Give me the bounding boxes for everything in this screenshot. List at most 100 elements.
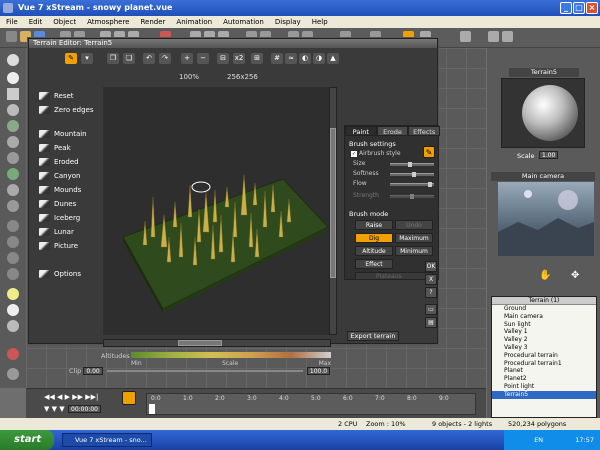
help-button[interactable]: ? (425, 287, 437, 298)
tree-item[interactable]: Point light (492, 383, 596, 391)
tree-item[interactable]: Planet (492, 367, 596, 375)
preset-reset[interactable]: Reset (39, 91, 74, 101)
mode-effect-button[interactable]: Effect (355, 259, 393, 269)
tree-item[interactable]: Valley 1 (492, 328, 596, 336)
preset-iceberg[interactable]: Iceberg (39, 213, 80, 223)
altitude-gradient[interactable] (131, 352, 331, 358)
torus-icon[interactable] (7, 220, 19, 232)
tab-paint[interactable]: Paint (345, 126, 377, 136)
language-indicator[interactable]: EN (534, 436, 543, 444)
airbrush-checkbox[interactable]: ✓ Airbrush style (351, 150, 401, 157)
menu-object[interactable]: Object (53, 16, 76, 28)
tree-item[interactable]: Procedural terrain1 (492, 360, 596, 368)
mode-maximum-button[interactable]: Maximum (395, 233, 433, 243)
preset-dunes[interactable]: Dunes (39, 199, 76, 209)
effect-dropdown[interactable]: Plateaus▾ (355, 272, 433, 280)
export-terrain-button[interactable]: Export terrain (347, 331, 399, 341)
move-camera-icon[interactable]: ✥ (571, 270, 579, 281)
tree-item[interactable]: Sun light (492, 321, 596, 329)
menu-render[interactable]: Render (140, 16, 165, 28)
menu-edit[interactable]: Edit (29, 16, 43, 28)
rock-tool-icon[interactable] (7, 152, 19, 164)
paste-terrain-icon[interactable]: ❏ (123, 53, 135, 64)
view-vertical-scrollbar[interactable] (329, 87, 337, 335)
zoom-in-icon[interactable]: + (181, 53, 193, 64)
taskbar-vue-task[interactable]: Vue 7 xStream - sno... (62, 433, 152, 447)
terrain-icon[interactable] (7, 104, 19, 116)
erosion-icon[interactable]: ≈ (285, 53, 297, 64)
softness-slider[interactable] (390, 172, 434, 177)
playback-controls[interactable]: ◀◀ ◀ ▶ ▶▶ ▶▶| (44, 393, 98, 401)
hand-pan-icon[interactable]: ✋ (539, 270, 551, 281)
sphere-icon[interactable] (7, 72, 19, 84)
menu-display[interactable]: Display (275, 16, 301, 28)
mode-raise-button[interactable]: Raise (355, 220, 393, 230)
spot-light-icon[interactable] (7, 320, 19, 332)
display-mode-icon[interactable] (488, 31, 499, 42)
preset-mountain[interactable]: Mountain (39, 129, 87, 139)
time-cursor[interactable] (149, 404, 155, 414)
resolution-up-icon[interactable]: ⊞ (251, 53, 263, 64)
keyframe-nav-icons[interactable]: ▼ ▼ ▼ (44, 405, 65, 413)
cancel-button[interactable]: X (425, 274, 437, 285)
preset-options[interactable]: Options (39, 269, 81, 279)
ok-button[interactable]: OK (425, 261, 437, 272)
menu-file[interactable]: File (6, 16, 18, 28)
flow-slider-knob[interactable] (428, 182, 432, 187)
mode-undo-button[interactable]: Undo (395, 220, 433, 230)
strength-slider[interactable] (390, 194, 434, 199)
paste-page-icon[interactable]: ▤ (425, 317, 437, 328)
brush-icon[interactable]: ✎ (65, 53, 77, 64)
brush-picker-icon[interactable]: ✎ (423, 146, 435, 158)
minimize-button[interactable]: _ (560, 2, 572, 14)
shaded-view-icon[interactable]: ◐ (299, 53, 311, 64)
softness-slider-knob[interactable] (412, 172, 416, 177)
pyramid-icon[interactable] (7, 252, 19, 264)
view-horizontal-scrollbar[interactable] (103, 339, 331, 347)
mountain-view-icon[interactable]: ▲ (327, 53, 339, 64)
material-view-icon[interactable]: ◑ (313, 53, 325, 64)
menu-animation[interactable]: Animation (176, 16, 212, 28)
menu-help[interactable]: Help (312, 16, 328, 28)
tree-item[interactable]: Valley 2 (492, 336, 596, 344)
layout-icon[interactable] (460, 31, 471, 42)
preset-mounds[interactable]: Mounds (39, 185, 81, 195)
clip-low-input[interactable]: 0.00 (83, 367, 103, 375)
mode-altitude-button[interactable]: Altitude (355, 246, 393, 256)
plant-tool-icon[interactable] (7, 168, 19, 180)
loop-icon[interactable] (122, 391, 136, 405)
brush-menu-icon[interactable]: ▾ (81, 53, 93, 64)
menu-automation[interactable]: Automation (223, 16, 264, 28)
camera-preview[interactable] (498, 182, 594, 256)
resolution-down-icon[interactable]: ⊟ (217, 53, 229, 64)
strength-slider-knob[interactable] (410, 194, 414, 199)
vertical-scroll-thumb[interactable] (330, 128, 336, 278)
timeline-ruler[interactable]: 0:0 1:0 2:0 3:0 4:0 5:0 6:0 7:0 8:0 9:0 (146, 393, 476, 415)
cloud-icon[interactable] (7, 136, 19, 148)
horizontal-scroll-thumb[interactable] (178, 340, 222, 346)
copy-terrain-icon[interactable]: ❐ (107, 53, 119, 64)
redo-terrain-icon[interactable]: ↷ (159, 53, 171, 64)
tab-effects[interactable]: Effects (408, 126, 441, 136)
clip-high-input[interactable]: 100.0 (306, 367, 331, 375)
close-button[interactable]: × (586, 2, 598, 14)
cylinder-icon[interactable] (7, 268, 19, 280)
display-quality-icon[interactable] (502, 31, 513, 42)
size-slider-knob[interactable] (408, 162, 412, 167)
film-icon[interactable] (7, 368, 19, 380)
material-preview[interactable] (501, 78, 585, 148)
start-button[interactable]: start (0, 430, 54, 450)
mode-dig-button[interactable]: Dig (355, 233, 393, 243)
tree-item[interactable]: Terrain5 (492, 390, 596, 399)
preset-lunar[interactable]: Lunar (39, 227, 74, 237)
time-input[interactable]: 00:00:00 (68, 405, 101, 413)
flow-slider[interactable] (390, 182, 434, 187)
preset-picture[interactable]: Picture (39, 241, 78, 251)
size-slider[interactable] (390, 162, 434, 167)
tree-item[interactable]: Valley 3 (492, 344, 596, 352)
preset-zero-edges[interactable]: Zero edges (39, 105, 93, 115)
sun-light-icon[interactable] (7, 288, 19, 300)
tab-erode[interactable]: Erode (376, 126, 409, 136)
preset-eroded[interactable]: Eroded (39, 157, 79, 167)
text-icon[interactable] (7, 88, 19, 100)
